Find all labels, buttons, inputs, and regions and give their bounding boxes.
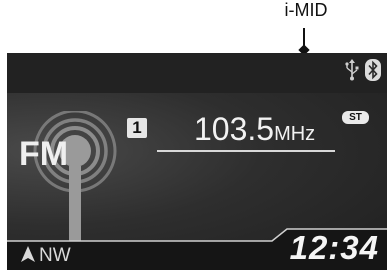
frequency-unit: MHz [274, 123, 316, 145]
imid-display: FM 1 103.5MHz ST NW 12:34 [7, 53, 387, 270]
stereo-badge: ST [342, 111, 369, 124]
display-top-strip [7, 53, 387, 93]
status-icons [345, 59, 381, 86]
preset-number: 1 [127, 118, 147, 138]
frequency-value: 103.5 [194, 111, 275, 147]
frequency-display: 103.5MHz [194, 111, 315, 148]
fm-logo-f: FM [19, 135, 68, 173]
compass-arrow-icon [21, 245, 35, 267]
frequency-underline [157, 150, 335, 152]
compass-direction: NW [39, 245, 71, 266]
imid-callout-label: i-MID [284, 0, 328, 20]
compass-heading: NW [21, 245, 71, 267]
bluetooth-icon [365, 59, 381, 86]
usb-icon [345, 59, 359, 86]
clock-time: 12:34 [289, 229, 379, 266]
